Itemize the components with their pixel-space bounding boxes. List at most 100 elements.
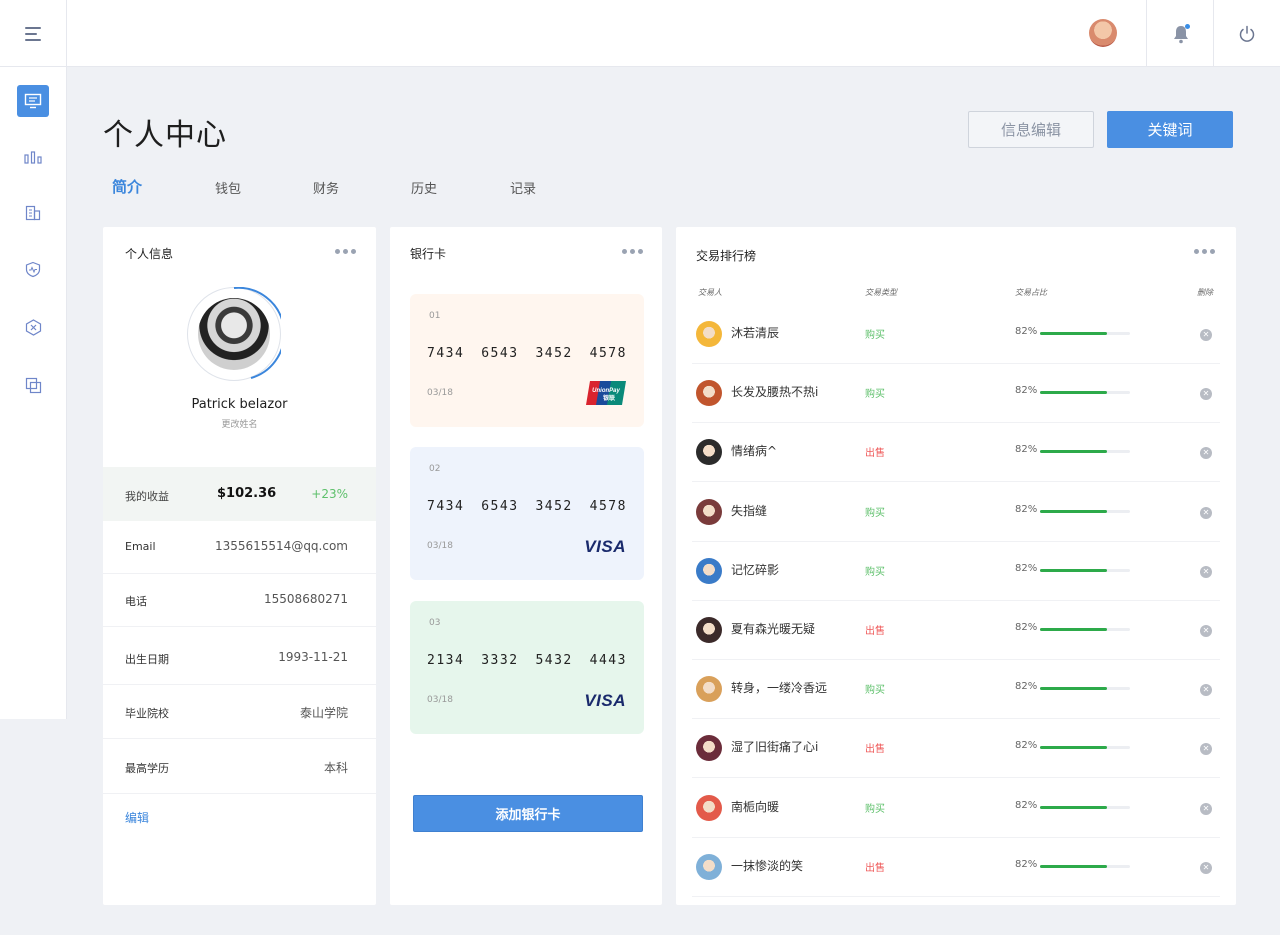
bank-card[interactable]: 03 2134 3332 5432 4443 03/18 VISA [410, 601, 644, 734]
edit-link[interactable]: 编辑 [125, 809, 149, 826]
trade-type: 出售 [865, 744, 885, 756]
change-name-link[interactable]: 更改姓名 [103, 417, 376, 430]
trade-type: 购买 [865, 685, 885, 697]
trade-type: 购买 [865, 566, 885, 578]
nav-close[interactable] [17, 311, 49, 343]
more-icon[interactable] [1194, 249, 1215, 254]
trade-ratio: 82% [1015, 444, 1038, 456]
nav-monitor[interactable] [17, 85, 49, 117]
avatar [696, 617, 722, 643]
menu-icon[interactable] [0, 0, 67, 67]
info-value: 本科 [323, 761, 348, 775]
table-row[interactable]: 长发及腰热不热i 购买 82% ✕ [692, 364, 1220, 424]
table-row[interactable]: 夏有森光暖无疑 出售 82% ✕ [692, 601, 1220, 660]
card-expiry: 03/18 [427, 695, 453, 705]
avatar [696, 321, 722, 347]
income-delta: +23% [311, 487, 348, 501]
trade-type: 购买 [865, 507, 885, 519]
table-row[interactable]: 转身，一缕冷香远 购买 82% ✕ [692, 660, 1220, 720]
delete-icon[interactable]: ✕ [1200, 684, 1212, 697]
card-number-group: 3332 [481, 653, 519, 668]
delete-icon[interactable]: ✕ [1200, 565, 1212, 578]
avatar [696, 676, 722, 703]
table-row[interactable]: 湿了旧街痛了心i 出售 82% ✕ [692, 719, 1220, 779]
info-row-degree: 最高学历 本科 [103, 741, 376, 794]
notification-dot [1185, 24, 1190, 29]
trade-type: 购买 [865, 389, 885, 401]
info-label: 出生日期 [125, 653, 169, 666]
table-row[interactable]: 失指缝 购买 82% ✕ [692, 483, 1220, 542]
delete-icon[interactable]: ✕ [1200, 329, 1212, 341]
page-title: 个人中心 [103, 118, 227, 153]
info-label: 电话 [125, 595, 147, 608]
nav-building[interactable] [17, 197, 49, 229]
progress-fill [1040, 391, 1107, 395]
tab-finance[interactable]: 财务 [313, 178, 339, 197]
trade-ratio: 82% [1015, 622, 1038, 633]
tab-records[interactable]: 记录 [510, 178, 536, 197]
avatar[interactable] [198, 298, 270, 370]
income-label: 我的收益 [125, 490, 169, 503]
divider [1213, 0, 1214, 67]
tab-wallet[interactable]: 钱包 [215, 178, 241, 197]
close-circle-icon [25, 318, 41, 336]
info-value: 15508680271 [264, 592, 348, 606]
card-index: 03 [429, 618, 441, 628]
card-number-group: 7434 [427, 499, 465, 514]
info-label: Email [125, 540, 156, 553]
profile-panel: 个人信息 Patrick belazor 更改姓名 我的收益 $102.36 +… [103, 227, 376, 905]
table-row[interactable]: 一抹惨淡的笑 出售 82% ✕ [692, 838, 1220, 897]
delete-icon[interactable]: ✕ [1200, 861, 1212, 874]
building-icon [25, 205, 41, 221]
progress-fill [1040, 628, 1107, 631]
card-expiry: 03/18 [427, 388, 453, 398]
more-icon[interactable] [622, 249, 643, 254]
table-row[interactable]: 沐若清辰 购买 82% ✕ [692, 305, 1220, 364]
table-row[interactable]: 情绪病^ 出售 82% ✕ [692, 423, 1220, 483]
progress-fill [1040, 805, 1107, 809]
power-icon[interactable] [1238, 25, 1256, 43]
delete-icon[interactable]: ✕ [1200, 743, 1212, 756]
more-icon[interactable] [335, 249, 356, 254]
trade-type: 购买 [865, 803, 885, 815]
trader-name: 一抹惨淡的笑 [731, 858, 804, 873]
avatar [696, 498, 722, 525]
trade-ratio: 82% [1015, 562, 1038, 574]
edit-info-button[interactable]: 信息编辑 [968, 111, 1094, 148]
nav-shield[interactable] [17, 253, 49, 285]
nav-stats[interactable] [17, 141, 49, 173]
avatar [696, 380, 722, 407]
bank-card[interactable]: 01 7434 6543 3452 4578 03/18 UnionPay 银联 [410, 294, 644, 427]
table-row[interactable]: 南栀向暖 购买 82% ✕ [692, 779, 1220, 838]
delete-icon[interactable]: ✕ [1200, 447, 1212, 460]
delete-icon[interactable]: ✕ [1200, 506, 1212, 519]
progress-fill [1040, 332, 1107, 335]
card-number: 2134 3332 5432 4443 [427, 653, 627, 668]
trade-type: 出售 [865, 626, 885, 637]
trader-name: 南栀向暖 [731, 799, 780, 814]
info-row-school: 毕业院校 泰山学院 [103, 686, 376, 739]
card-number-group: 5432 [535, 653, 573, 668]
profile-name: Patrick belazor [191, 397, 288, 412]
add-bank-card-button[interactable]: 添加银行卡 [413, 795, 643, 832]
avatar [696, 557, 722, 584]
tab-profile[interactable]: 简介 [112, 176, 142, 197]
delete-icon[interactable]: ✕ [1200, 625, 1212, 637]
tab-history[interactable]: 历史 [411, 178, 437, 197]
delete-icon[interactable]: ✕ [1200, 388, 1212, 401]
keyword-button[interactable]: 关键词 [1107, 111, 1233, 148]
ranking-panel: 交易排行榜 交易人 交易类型 交易占比 删除 沐若清辰 购买 82% ✕ 长发及腰热不热… [676, 227, 1236, 905]
bank-card[interactable]: 02 7434 6543 3452 4578 03/18 VISA [410, 447, 644, 580]
panel-title: 个人信息 [125, 247, 174, 261]
table-row[interactable]: 记忆碎影 购买 82% ✕ [692, 542, 1220, 601]
user-avatar[interactable] [1089, 19, 1117, 47]
delete-icon[interactable]: ✕ [1200, 802, 1212, 815]
progress-bar [1040, 391, 1130, 395]
progress-fill [1040, 450, 1107, 454]
column-header: 交易人 [698, 288, 722, 297]
trade-type: 出售 [865, 448, 885, 460]
column-header: 交易类型 [865, 288, 897, 297]
card-number: 7434 6543 3452 4578 [427, 499, 627, 514]
nav-copy[interactable] [17, 369, 49, 401]
card-expiry: 03/18 [427, 541, 453, 551]
